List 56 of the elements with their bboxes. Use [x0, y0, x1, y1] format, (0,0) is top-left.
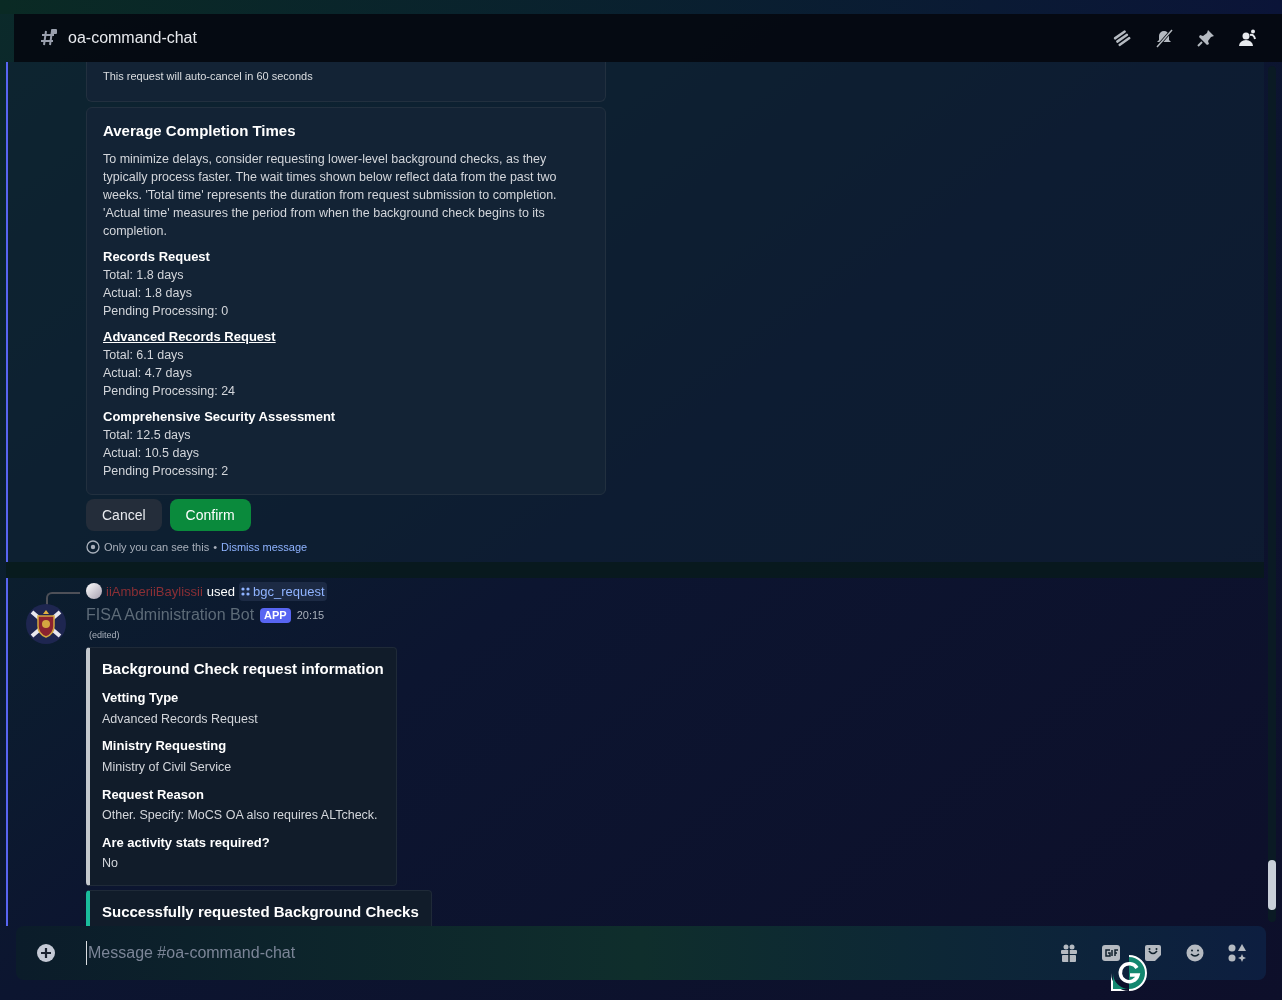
field-name: Comprehensive Security Assessment — [103, 408, 337, 426]
field-value: Total: 12.5 days — [103, 427, 192, 444]
reply-verb: used — [206, 582, 235, 601]
embed-title: Background Check request information — [102, 658, 384, 679]
bot-avatar[interactable] — [26, 603, 66, 644]
members-icon[interactable] — [1238, 28, 1258, 48]
field-value: Pending Processing: 0 — [103, 303, 230, 320]
confirm-button[interactable]: Confirm — [169, 499, 251, 531]
app-badge: APP — [260, 607, 291, 623]
field-value: Pending Processing: 24 — [103, 383, 237, 400]
visibility-note: Only you can see this — [104, 540, 210, 555]
field-value: Actual: 4.7 days — [103, 365, 193, 382]
channel-name: oa-command-chat — [68, 28, 197, 48]
command-mention[interactable]: bgc_request — [239, 581, 327, 601]
field-value: Total: 1.8 days — [103, 267, 185, 284]
pin-icon[interactable] — [1196, 28, 1216, 48]
muted-bell-icon[interactable] — [1154, 28, 1174, 48]
command-icon — [241, 586, 250, 596]
cancel-button[interactable]: Cancel — [86, 499, 162, 531]
field-value: Actual: 10.5 days — [103, 445, 200, 462]
timestamp: 20:15 — [296, 607, 325, 623]
field-value: Total: 6.1 days — [103, 347, 185, 364]
field-name: Are activity stats required? — [102, 833, 271, 852]
embed-title: Average Completion Times — [103, 120, 297, 141]
embed-description: To minimize delays, consider requesting lower-level background checks, as they typically process faster. The wait times shown below reflect data from the past two weeks. 'Total time' represents the duration from request submission to completion. 'Actual time' measures the period from when the background check begins to its completion. — [103, 151, 558, 240]
field-name: Ministry Requesting — [102, 737, 228, 756]
writing-assistant-icon[interactable] — [1110, 954, 1148, 992]
field-value: Actual: 1.8 days — [103, 285, 193, 302]
channel-hash-icon — [38, 28, 58, 48]
message-composer[interactable]: Message #oa-command-chat — [16, 926, 1266, 980]
field-name: Request Reason — [102, 785, 205, 804]
field-value: Pending Processing: 2 — [103, 463, 230, 480]
field-name: Records Request — [103, 248, 211, 266]
embed-notice: This request will auto-cancel in 60 seconds — [103, 69, 314, 84]
add-attachment-icon[interactable] — [34, 941, 58, 965]
separator-dot: • — [213, 540, 218, 555]
eye-icon — [86, 540, 100, 555]
edited-label: (edited) — [89, 629, 121, 642]
user-avatar — [86, 583, 102, 600]
scrollbar-track[interactable] — [1268, 66, 1276, 922]
field-value: Ministry of Civil Service — [102, 758, 233, 776]
field-name: Advanced Records Request — [103, 328, 277, 346]
dismiss-link[interactable]: Dismiss message — [221, 539, 308, 556]
message-input[interactable]: Message #oa-command-chat — [86, 941, 1048, 965]
embed-title: Successfully requested Background Checks — [102, 902, 419, 922]
emoji-icon[interactable] — [1184, 942, 1206, 964]
sticker-icon[interactable] — [1142, 942, 1164, 964]
field-value: No — [102, 855, 119, 873]
field-value: Advanced Records Request — [102, 710, 259, 728]
gift-icon[interactable] — [1058, 942, 1080, 964]
threads-icon[interactable] — [1112, 28, 1132, 48]
field-name: Vetting Type — [102, 689, 180, 707]
field-value: Other. Specify: MoCS OA also requires ALTcheck. — [102, 807, 379, 824]
scrollbar-thumb[interactable] — [1268, 860, 1276, 910]
apps-icon[interactable] — [1226, 942, 1248, 964]
gif-icon[interactable] — [1100, 942, 1122, 964]
